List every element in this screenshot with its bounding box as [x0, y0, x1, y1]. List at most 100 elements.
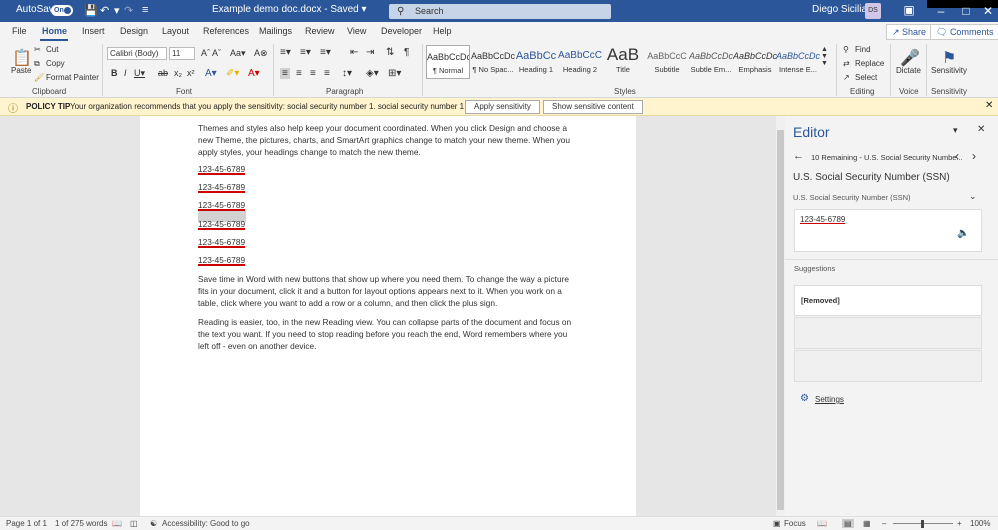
- style-title[interactable]: AaB Title: [601, 45, 645, 79]
- multilevel-list-icon[interactable]: ≡▾: [320, 47, 331, 58]
- styles-scroll-icon[interactable]: ▲ ▼ ▼: [821, 46, 828, 67]
- tab-layout[interactable]: Layout: [162, 26, 189, 36]
- highlight-icon[interactable]: ✐▾: [226, 68, 239, 79]
- close-icon[interactable]: ✕: [977, 124, 985, 135]
- style-subtle-emphasis[interactable]: AaBbCcDc Subtle Em...: [689, 45, 733, 79]
- tab-insert[interactable]: Insert: [82, 26, 105, 36]
- style-heading-2[interactable]: AaBbCcC Heading 2: [558, 45, 602, 79]
- word-count[interactable]: 1 of 275 words: [55, 519, 107, 528]
- style-intense-emphasis[interactable]: AaBbCcDc Intense E...: [776, 45, 820, 79]
- format-painter-button[interactable]: Format Painter: [46, 73, 99, 82]
- next-icon[interactable]: ›: [972, 149, 976, 163]
- show-sensitive-content-button[interactable]: Show sensitive content: [543, 100, 643, 114]
- bold-icon[interactable]: B: [111, 68, 118, 78]
- font-color-icon[interactable]: A▾: [248, 68, 260, 79]
- close-icon[interactable]: ✕: [985, 100, 993, 111]
- speaker-icon[interactable]: 🔈: [957, 228, 969, 239]
- numbering-icon[interactable]: ≡▾: [300, 47, 311, 58]
- find-button[interactable]: Find: [855, 45, 871, 54]
- ssn-text[interactable]: 123-45-6789: [198, 200, 245, 210]
- replace-icon[interactable]: ⇄: [843, 59, 850, 68]
- ssn-text[interactable]: 123-45-6789: [198, 182, 245, 192]
- minimize-icon[interactable]: –: [930, 1, 952, 23]
- maximize-icon[interactable]: □: [955, 1, 977, 23]
- previous-icon[interactable]: ‹: [955, 149, 959, 163]
- tab-file[interactable]: File: [12, 26, 27, 36]
- tab-design[interactable]: Design: [120, 26, 148, 36]
- align-right-icon[interactable]: ≡: [310, 68, 316, 79]
- document-page[interactable]: Themes and styles also help keep your do…: [140, 116, 636, 516]
- italic-icon[interactable]: I: [124, 68, 127, 78]
- find-icon[interactable]: ⚲: [843, 45, 849, 54]
- underline-icon[interactable]: U▾: [134, 68, 145, 79]
- sensitivity-button[interactable]: Sensitivity: [931, 66, 967, 75]
- back-arrow-icon[interactable]: ←: [793, 150, 804, 162]
- suggestion-item[interactable]: [Removed]: [794, 285, 982, 316]
- style-subtitle[interactable]: AaBbCcC Subtitle: [645, 45, 689, 79]
- style-no-spacing[interactable]: AaBbCcDc ¶ No Spac...: [471, 45, 515, 79]
- bullets-icon[interactable]: ≡▾: [280, 47, 291, 58]
- ssn-text[interactable]: 123-45-6789: [198, 164, 245, 174]
- focus-icon[interactable]: ▣: [773, 519, 781, 528]
- text-effects-icon[interactable]: A▾: [205, 68, 217, 79]
- cut-icon[interactable]: ✂: [34, 45, 41, 54]
- ssn-text[interactable]: 123-45-6789: [198, 255, 245, 265]
- scrollbar-thumb[interactable]: [777, 130, 784, 510]
- tab-review[interactable]: Review: [305, 26, 335, 36]
- copy-button[interactable]: Copy: [46, 59, 65, 68]
- accessibility-icon[interactable]: ☯: [150, 519, 157, 528]
- accessibility-status[interactable]: Accessibility: Good to go: [162, 519, 250, 528]
- web-layout-icon[interactable]: ▦: [863, 519, 871, 528]
- style-emphasis[interactable]: AaBbCcDc Emphasis: [733, 45, 777, 79]
- print-layout-icon[interactable]: ▤: [842, 519, 854, 528]
- search-input[interactable]: ⚲ Search: [389, 4, 611, 19]
- style-heading-1[interactable]: AaBbCc Heading 1: [514, 45, 558, 79]
- tab-developer[interactable]: Developer: [381, 26, 422, 36]
- replace-button[interactable]: Replace: [855, 59, 884, 68]
- zoom-level[interactable]: 100%: [970, 519, 990, 528]
- format-painter-icon[interactable]: 🖌: [34, 73, 44, 82]
- increase-indent-icon[interactable]: ⇥: [366, 47, 374, 58]
- comments-button[interactable]: 🗨 Comments: [930, 24, 998, 40]
- subscript-icon[interactable]: x₂: [174, 68, 182, 78]
- page-count[interactable]: Page 1 of 1: [6, 519, 47, 528]
- chevron-down-icon[interactable]: ⌄: [969, 191, 977, 202]
- shading-icon[interactable]: ◈▾: [366, 68, 379, 79]
- issue-context-card[interactable]: 123-45-6789 🔈: [794, 209, 982, 252]
- customize-qat-icon[interactable]: ≡: [142, 4, 148, 16]
- undo-icon[interactable]: ↶: [100, 4, 109, 17]
- ssn-text[interactable]: 123-45-6789: [198, 237, 245, 247]
- macro-icon[interactable]: ◫: [130, 519, 138, 528]
- dictate-button[interactable]: Dictate: [896, 66, 921, 75]
- tab-help[interactable]: Help: [433, 26, 452, 36]
- redo-icon[interactable]: ↷: [124, 4, 133, 17]
- paste-icon[interactable]: 📋: [12, 48, 32, 68]
- paste-button[interactable]: Paste: [11, 66, 31, 75]
- gear-icon[interactable]: ⚙: [800, 393, 809, 404]
- borders-icon[interactable]: ⊞▾: [388, 68, 401, 79]
- font-size-dropdown[interactable]: 11: [169, 47, 195, 60]
- chevron-down-icon[interactable]: ▾: [114, 4, 120, 17]
- microphone-icon[interactable]: 🎤: [900, 48, 920, 68]
- select-button[interactable]: Select: [855, 73, 877, 82]
- autosave-toggle[interactable]: On: [51, 5, 73, 16]
- select-icon[interactable]: ↗: [843, 73, 850, 82]
- align-center-icon[interactable]: ≡: [296, 68, 302, 79]
- avatar[interactable]: DS: [865, 3, 881, 19]
- tab-references[interactable]: References: [203, 26, 249, 36]
- superscript-icon[interactable]: x²: [187, 68, 195, 78]
- tab-home[interactable]: Home: [42, 26, 67, 36]
- document-title[interactable]: Example demo doc.docx - Saved ▾: [212, 4, 367, 15]
- share-button[interactable]: ↗ Share: [886, 24, 933, 40]
- proofing-icon[interactable]: 📖: [112, 519, 122, 528]
- close-icon[interactable]: ✕: [977, 1, 998, 23]
- ssn-text[interactable]: 123-45-6789: [198, 219, 245, 229]
- ribbon-display-icon[interactable]: ▣: [898, 0, 920, 22]
- justify-icon[interactable]: ≡: [324, 68, 330, 79]
- line-spacing-icon[interactable]: ↕▾: [342, 68, 352, 79]
- decrease-indent-icon[interactable]: ⇤: [350, 47, 358, 58]
- apply-sensitivity-button[interactable]: Apply sensitivity: [465, 100, 540, 114]
- settings-link[interactable]: Settings: [815, 395, 844, 404]
- focus-button[interactable]: Focus: [784, 519, 806, 528]
- clear-formatting-icon[interactable]: A⊗: [254, 48, 268, 59]
